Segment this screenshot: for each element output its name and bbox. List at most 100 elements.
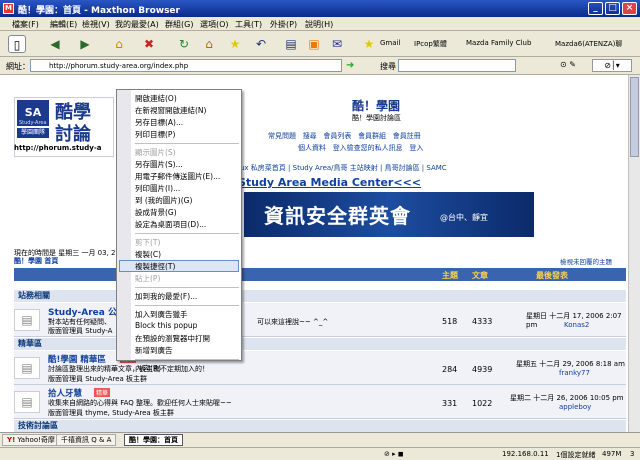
scroll-thumb[interactable] bbox=[630, 77, 639, 157]
context-menu-item[interactable]: 用電子郵件傳送圖片(E)... bbox=[135, 171, 220, 182]
context-menu-item[interactable]: 在新視窗開啟連結(N) bbox=[135, 105, 206, 116]
section-site[interactable]: 站務相關 bbox=[14, 290, 626, 302]
last-post-user[interactable]: Konas2 bbox=[564, 321, 589, 329]
media-center-link[interactable]: Study Area Media Center<<< bbox=[238, 176, 421, 189]
close-button[interactable]: × bbox=[622, 2, 637, 15]
refresh-icon[interactable]: ↻ bbox=[175, 35, 193, 53]
zoom-controls[interactable]: ⊘│▾ bbox=[592, 59, 632, 72]
section-tech[interactable]: 技術討論區 bbox=[14, 420, 626, 432]
forum-mods: 版面管理員 Study-Area 板主群 bbox=[48, 375, 148, 383]
address-input[interactable]: http://phorum.study-area.org/index.php bbox=[30, 59, 342, 72]
mail-icon[interactable]: ✉ bbox=[328, 35, 346, 53]
forum-home-link[interactable]: 酷！學園 首頁 bbox=[14, 256, 58, 266]
context-menu-item[interactable]: 加入到廣告獵手 bbox=[135, 309, 188, 320]
fav-mazda6[interactable]: Mazda6(ATENZA)聊 bbox=[555, 39, 622, 49]
forum-desc: 討論區整理出來的精華文章，板主會不定期加入的！ bbox=[48, 365, 209, 373]
posts-count: 4333 bbox=[472, 317, 493, 326]
menu-favorites[interactable]: 我的最愛(A) bbox=[115, 19, 159, 30]
menu-groups[interactable]: 群組(G) bbox=[165, 19, 193, 30]
context-menu-item[interactable]: 到 (我的圖片)(G) bbox=[135, 195, 192, 206]
nav-profile[interactable]: 個人資料 bbox=[298, 144, 326, 152]
nav-pm[interactable]: 登入檢查您的私人訊息 bbox=[333, 144, 403, 152]
search-input[interactable] bbox=[398, 59, 516, 72]
home-icon[interactable]: ⌂ bbox=[110, 35, 128, 53]
fav-gmail[interactable]: Gmail bbox=[380, 39, 400, 47]
fav-ipcop[interactable]: IPcop繁體 bbox=[414, 39, 447, 49]
layout-icon[interactable]: ▤ bbox=[282, 35, 300, 53]
context-menu-item[interactable]: 內容(R) bbox=[135, 363, 161, 374]
tab-qa[interactable]: 千禧資訊 Q & A bbox=[56, 434, 117, 446]
context-menu-item[interactable]: 在預設的瀏覽器中打開 bbox=[135, 333, 210, 344]
tab-active[interactable]: 酷！學園：首頁 bbox=[124, 434, 183, 446]
menu-gutter bbox=[117, 90, 131, 360]
menu-help[interactable]: 說明(H) bbox=[305, 19, 333, 30]
link-ux[interactable]: ux 私房菜首頁 bbox=[240, 164, 286, 172]
last-post-user[interactable]: franky77 bbox=[559, 369, 590, 377]
fav-mazda-club[interactable]: Mazda Family Club bbox=[466, 39, 531, 47]
context-menu-item[interactable]: 開啟連結(O) bbox=[135, 93, 177, 104]
nav-memberlist[interactable]: 會員列表 bbox=[323, 132, 351, 140]
site-title: 酷！學園 bbox=[352, 99, 401, 113]
nav-register[interactable]: 會員註冊 bbox=[393, 132, 421, 140]
forum-row: ▤ 拾人牙慧 精華 收集來自網路的心得與 FAQ 整理。歡迎任何人士來貼喔~~ … bbox=[14, 385, 626, 419]
menu-tools[interactable]: 工具(T) bbox=[235, 19, 262, 30]
maximize-button[interactable]: □ bbox=[605, 2, 620, 15]
forum-row: ▤ 酷!學園 精華區 精華 討論區整理出來的精華文章，板主會不定期加入的！ 版面… bbox=[14, 351, 626, 385]
nav-faq[interactable]: 常見問題 bbox=[268, 132, 296, 140]
link-mirror[interactable]: Study Area/鳥哥 主站映射 bbox=[293, 164, 378, 172]
last-post-user[interactable]: appleboy bbox=[559, 403, 591, 411]
vertical-scrollbar[interactable] bbox=[628, 75, 640, 432]
tab-bar: Y! Yahoo!奇摩 千禧資訊 Q & A 酷！學園：首頁 bbox=[0, 432, 640, 447]
forward-icon[interactable]: ▶ bbox=[76, 35, 94, 53]
site-subtitle: 酷！學園討論區 bbox=[352, 114, 401, 122]
context-menu-item[interactable]: 複製捷徑(T) bbox=[135, 261, 175, 272]
context-menu-item[interactable]: Block this popup bbox=[135, 321, 197, 330]
unanswered-link[interactable]: 檢視未回覆的主題 bbox=[560, 256, 612, 266]
status-icons: ⊘ ▸ ◼ bbox=[384, 450, 404, 458]
logo-text-bottom: 討論 bbox=[55, 124, 91, 145]
topics-count: 518 bbox=[442, 317, 458, 326]
context-menu-item[interactable]: 設定為桌面項目(D)... bbox=[135, 219, 206, 230]
forum-desc: 收集來自網路的心得與 FAQ 整理。歡迎任何人士來貼喔~~ bbox=[48, 399, 232, 407]
yahoo-icon: Y! bbox=[7, 436, 16, 444]
app-icon: M bbox=[3, 3, 14, 14]
new-page-icon[interactable]: ▯ bbox=[8, 35, 26, 53]
stop-icon[interactable]: ✖ bbox=[140, 35, 158, 53]
context-menu: 開啟連結(O) 在新視窗開啟連結(N) 另存目標(A)... 列印目標(P) 顯示圖片(… bbox=[116, 89, 242, 373]
event-banner[interactable]: 資訊安全群英會 @台中、靜宜 bbox=[244, 192, 534, 237]
forum-mods: 版面管理員 Study-A bbox=[48, 327, 113, 335]
rss-icon[interactable]: ▣ bbox=[305, 35, 323, 53]
tab-yahoo[interactable]: Y! Yahoo!奇摩 bbox=[2, 434, 60, 446]
nav-groups[interactable]: 會員群組 bbox=[358, 132, 386, 140]
menu-plugins[interactable]: 外掛(P) bbox=[270, 19, 297, 30]
address-label: 網址： bbox=[6, 62, 30, 71]
go-icon[interactable]: ➜ bbox=[346, 60, 354, 71]
nav-row-1: 常見問題 搜尋 會員列表 會員群組 會員註冊 bbox=[268, 131, 421, 141]
section-featured[interactable]: 精華區 bbox=[14, 338, 626, 350]
context-menu-item[interactable]: 列印圖片(I)... bbox=[135, 183, 180, 194]
context-menu-item[interactable]: 設成背景(G) bbox=[135, 207, 177, 218]
minimize-button[interactable]: _ bbox=[588, 2, 603, 15]
undo-icon[interactable]: ↶ bbox=[252, 35, 270, 53]
context-menu-item: 貼上(P) bbox=[135, 274, 161, 283]
context-menu-item[interactable]: 另存圖片(S)... bbox=[135, 159, 183, 170]
menu-view[interactable]: 檢視(V) bbox=[82, 19, 110, 30]
posts-count: 1022 bbox=[472, 399, 493, 408]
home-page-icon[interactable]: ⌂ bbox=[200, 35, 218, 53]
tools-icons[interactable]: ⊙ ✎ bbox=[560, 60, 576, 69]
posts-count: 4939 bbox=[472, 365, 493, 374]
context-menu-item[interactable]: 另存目標(A)... bbox=[135, 117, 183, 128]
menu-file[interactable]: 檔案(F) bbox=[12, 19, 39, 30]
favorites-star-icon[interactable]: ★ bbox=[226, 35, 244, 53]
nav-login[interactable]: 登入 bbox=[409, 144, 423, 152]
menu-options[interactable]: 選項(O) bbox=[200, 19, 229, 30]
context-menu-item[interactable]: 新增到廣告 bbox=[135, 345, 173, 356]
link-vbird[interactable]: 鳥哥討論區 bbox=[385, 164, 420, 172]
context-menu-item[interactable]: 複製(C) bbox=[135, 249, 161, 260]
link-samc[interactable]: SAMC bbox=[426, 164, 446, 172]
context-menu-item[interactable]: 列印目標(P) bbox=[135, 129, 175, 140]
context-menu-item[interactable]: 加到我的最愛(F)... bbox=[135, 291, 197, 302]
menu-edit[interactable]: 編輯(E) bbox=[50, 19, 77, 30]
nav-search[interactable]: 搜尋 bbox=[303, 132, 317, 140]
back-icon[interactable]: ◀ bbox=[46, 35, 64, 53]
